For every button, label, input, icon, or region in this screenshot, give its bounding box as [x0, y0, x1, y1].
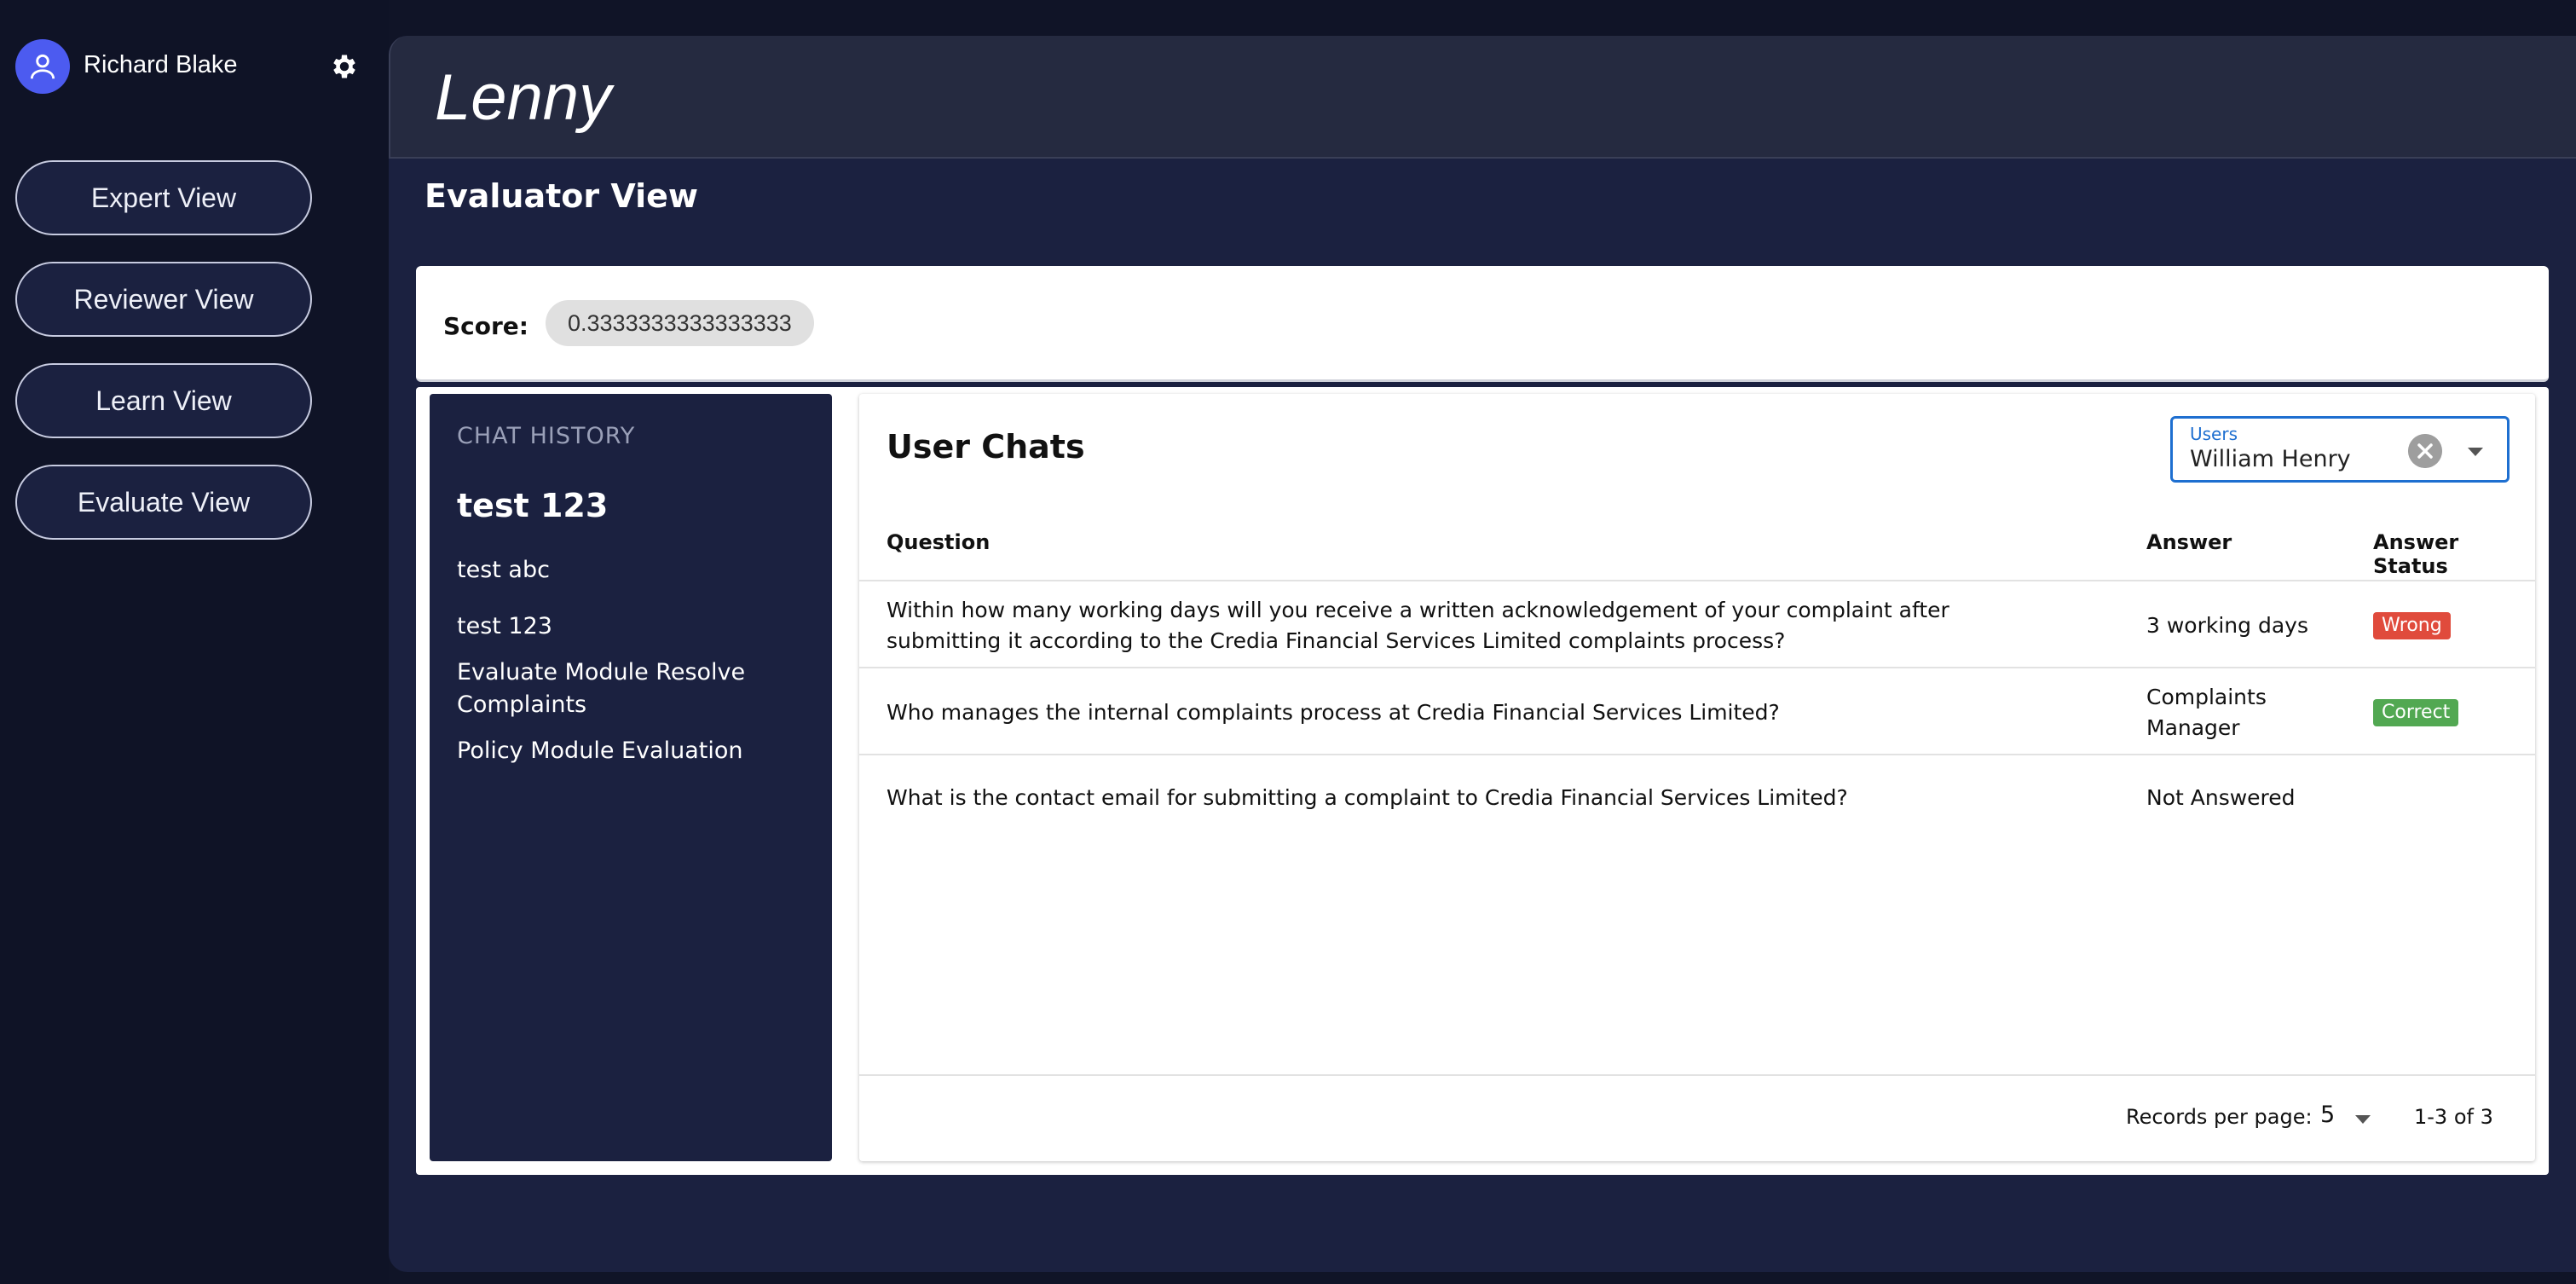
page-range: 1-3 of 3 [2414, 1105, 2493, 1129]
chevron-down-icon[interactable] [2463, 441, 2488, 461]
row-divider [859, 754, 2535, 755]
score-chip: 0.3333333333333333 [546, 300, 814, 346]
users-select-label: Users [2190, 424, 2238, 444]
history-item[interactable]: test 123 [457, 610, 815, 643]
question-cell: Who manages the internal complaints proc… [887, 700, 1780, 725]
gear-icon[interactable] [329, 51, 360, 82]
footer-divider [859, 1074, 2535, 1076]
evaluate-view-button[interactable]: Evaluate View [15, 465, 312, 540]
row-divider [859, 667, 2535, 668]
answer-cell: Complaints Manager [2146, 685, 2267, 740]
clear-icon[interactable] [2408, 434, 2442, 468]
history-item[interactable]: test abc [457, 554, 815, 587]
records-per-page-select[interactable]: 5 [2320, 1102, 2335, 1128]
user-avatar-icon[interactable] [15, 39, 70, 94]
history-item[interactable]: Policy Module Evaluation [457, 735, 815, 767]
history-item-active[interactable]: test 123 [457, 489, 815, 522]
page-title: Evaluator View [425, 177, 698, 215]
top-bar: Lenny [389, 36, 2576, 159]
question-cell: Within how many working days will you re… [887, 598, 1949, 653]
score-card: Score: 0.3333333333333333 [416, 266, 2549, 382]
app-root: Richard Blake Expert View Reviewer View … [0, 0, 2576, 1284]
main-panel: Lenny Evaluator View Score: 0.3333333333… [389, 36, 2576, 1272]
chevron-down-icon[interactable] [2353, 1110, 2373, 1127]
status-badge-wrong: Wrong [2373, 612, 2451, 639]
user-profile: Richard Blake [15, 39, 365, 94]
column-header-answer: Answer [2146, 530, 2232, 554]
answer-cell: Not Answered [2146, 785, 2296, 810]
question-cell: What is the contact email for submitting… [887, 785, 1848, 810]
users-select[interactable]: Users William Henry [2170, 416, 2510, 483]
svg-text:Lenny: Lenny [435, 61, 615, 134]
lenny-logo: Lenny [435, 61, 615, 134]
learn-view-button[interactable]: Learn View [15, 363, 312, 438]
content-card: CHAT HISTORY test 123 test abc test 123 … [416, 387, 2549, 1175]
expert-view-button[interactable]: Expert View [15, 160, 312, 235]
user-chats-panel: User Chats Users William Henry Question … [859, 394, 2535, 1161]
column-header-status: Answer Status [2373, 530, 2459, 578]
reviewer-view-button[interactable]: Reviewer View [15, 262, 312, 337]
chat-history-panel: CHAT HISTORY test 123 test abc test 123 … [430, 394, 832, 1161]
records-per-page-label: Records per page: [2126, 1105, 2313, 1129]
column-header-question: Question [887, 530, 991, 554]
score-label: Score: [443, 312, 528, 340]
sidebar: Richard Blake Expert View Reviewer View … [0, 0, 389, 1284]
user-chats-title: User Chats [887, 428, 1085, 466]
row-divider [859, 580, 2535, 581]
answer-cell: 3 working days [2146, 613, 2308, 638]
user-name: Richard Blake [84, 51, 238, 78]
status-badge-correct: Correct [2373, 699, 2459, 726]
history-item[interactable]: Evaluate Module Resolve Complaints [457, 656, 815, 721]
users-select-value: William Henry [2190, 446, 2351, 472]
chat-history-title: CHAT HISTORY [457, 423, 636, 449]
